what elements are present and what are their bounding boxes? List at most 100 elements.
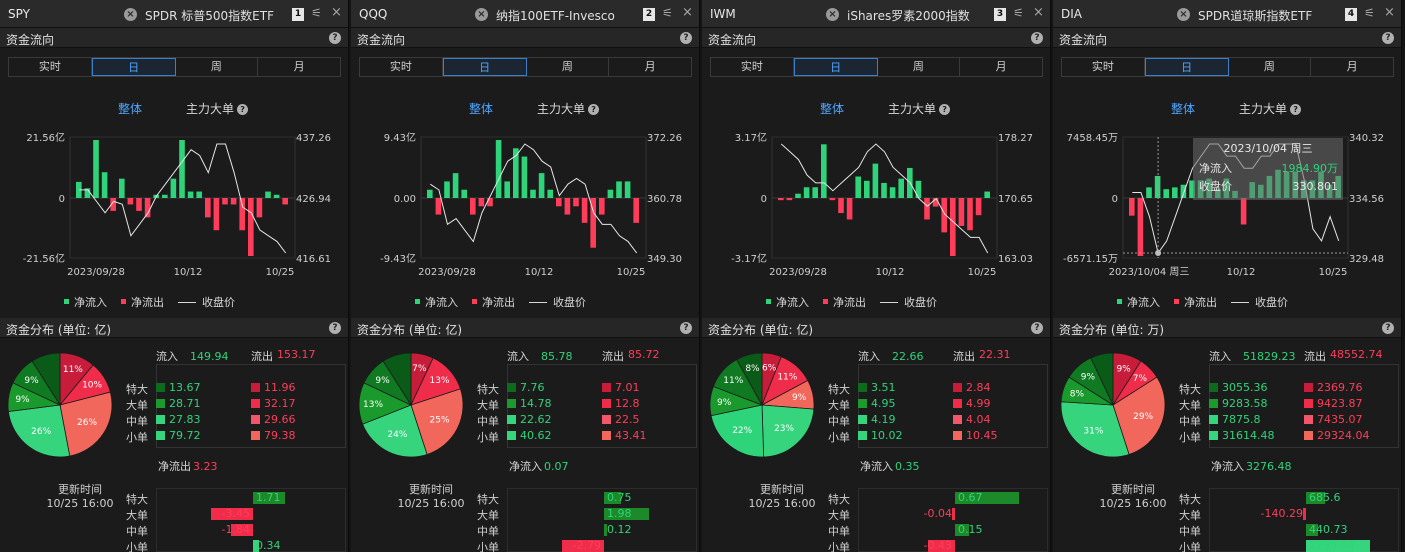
- tab-day[interactable]: 日: [1144, 58, 1229, 76]
- tab-day[interactable]: 日: [793, 58, 878, 76]
- tab-day[interactable]: 日: [91, 58, 176, 76]
- clear-icon[interactable]: ×: [1177, 8, 1190, 21]
- tab-day[interactable]: 日: [442, 58, 527, 76]
- switch-all[interactable]: 整体: [820, 100, 844, 117]
- legend-close: 收盘价: [529, 296, 586, 309]
- help-icon[interactable]: ?: [1382, 32, 1394, 44]
- close-icon[interactable]: ×: [331, 5, 342, 20]
- outflow-value: 7.01: [615, 381, 640, 394]
- switch-all[interactable]: 整体: [469, 100, 493, 117]
- inflow-bar: [196, 191, 202, 198]
- inflow-bar: [187, 191, 194, 198]
- fund-flow-section-header: 资金流向?: [702, 28, 1050, 48]
- clear-icon[interactable]: ×: [826, 8, 839, 21]
- tab-realtime[interactable]: 实时: [711, 58, 794, 76]
- outflow-label: 流出: [953, 350, 975, 363]
- tab-month[interactable]: 月: [609, 58, 691, 76]
- inflow-bar: [521, 156, 528, 198]
- tab-month[interactable]: 月: [258, 58, 340, 76]
- outflow-bar: [282, 198, 288, 205]
- help-icon: ?: [588, 104, 600, 115]
- symbol-code[interactable]: SPY: [8, 7, 30, 21]
- tab-week[interactable]: 周: [527, 58, 610, 76]
- size-row: 大单 4.95 4.99: [828, 396, 1048, 412]
- tab-week[interactable]: 周: [176, 58, 259, 76]
- size-label: 大单: [828, 509, 850, 522]
- tab-week[interactable]: 周: [878, 58, 961, 76]
- size-row: 中单 7875.8 7435.07: [1179, 412, 1399, 428]
- outflow-bar: [1137, 198, 1144, 256]
- net-value: -2.79: [572, 539, 601, 552]
- tab-month[interactable]: 月: [1311, 58, 1393, 76]
- pie-label: 11%: [63, 365, 83, 375]
- close-icon[interactable]: ×: [682, 5, 693, 20]
- tab-week[interactable]: 周: [1229, 58, 1312, 76]
- outflow-bar: [599, 198, 605, 215]
- inflow-bar: [444, 181, 450, 198]
- clear-icon[interactable]: ×: [475, 8, 488, 21]
- help-icon[interactable]: ?: [1031, 32, 1043, 44]
- inflow-value: 4.95: [871, 397, 896, 410]
- inflow-bar: [624, 181, 631, 198]
- tooltip-close-label: 收盘价: [1199, 179, 1232, 193]
- help-icon[interactable]: ?: [1031, 322, 1043, 334]
- switch-main-large[interactable]: 主力大单?: [186, 100, 249, 117]
- net-flow-summary: 净流入 0.35: [860, 458, 920, 474]
- outflow-bar: [205, 198, 211, 218]
- symbol-name: SPDR道琼斯指数ETF: [1198, 9, 1313, 23]
- switch-all[interactable]: 整体: [1171, 100, 1195, 117]
- symbol-code[interactable]: IWM: [710, 7, 736, 21]
- inflow-total: 51829.23: [1243, 350, 1296, 363]
- symbol-code[interactable]: QQQ: [359, 7, 387, 21]
- help-icon[interactable]: ?: [680, 322, 692, 334]
- net-label: 净流出: [158, 460, 191, 473]
- switch-main-large[interactable]: 主力大单?: [537, 100, 600, 117]
- legend-outflow-swatch: [1174, 299, 1179, 304]
- net-label: 净流入: [860, 460, 893, 473]
- settings-sliders-icon[interactable]: ⚟: [662, 6, 673, 20]
- inflow-value: 9283.58: [1222, 397, 1268, 410]
- pie-label: 26%: [31, 427, 51, 437]
- help-icon[interactable]: ?: [1382, 322, 1394, 334]
- tab-realtime[interactable]: 实时: [9, 58, 92, 76]
- settings-sliders-icon[interactable]: ⚟: [1013, 6, 1024, 20]
- size-label: 小单: [477, 431, 499, 444]
- inflow-bar: [855, 176, 861, 198]
- close-icon[interactable]: ×: [1033, 5, 1044, 20]
- close-icon[interactable]: ×: [1384, 5, 1395, 20]
- legend-outflow: 净流出: [823, 296, 866, 309]
- switch-main-large[interactable]: 主力大单?: [1239, 100, 1302, 117]
- switch-all[interactable]: 整体: [118, 100, 142, 117]
- tab-month[interactable]: 月: [960, 58, 1042, 76]
- help-icon[interactable]: ?: [329, 322, 341, 334]
- settings-sliders-icon[interactable]: ⚟: [1364, 6, 1375, 20]
- outflow-bar: [838, 198, 844, 214]
- legend-outflow-swatch: [121, 299, 126, 304]
- symbol-code[interactable]: DIA: [1061, 7, 1082, 21]
- net-bar-row: 大单 -140.29: [1179, 506, 1399, 522]
- legend-inflow-swatch: [415, 299, 420, 304]
- legend-inflow-label: 净流入: [425, 296, 458, 309]
- clear-icon[interactable]: ×: [124, 8, 137, 21]
- size-label: 中单: [1179, 415, 1201, 428]
- size-label: 特大: [126, 383, 148, 396]
- inflow-bar: [864, 180, 870, 198]
- inflow-label: 流入: [1209, 350, 1231, 363]
- pie-label: 6%: [762, 364, 777, 374]
- legend-inflow: 净流入: [1117, 296, 1160, 309]
- outflow-swatch: [1304, 431, 1313, 440]
- update-time-label: 更新时间: [409, 483, 453, 496]
- outflow-bar: [487, 198, 493, 207]
- settings-sliders-icon[interactable]: ⚟: [311, 6, 322, 20]
- tab-realtime[interactable]: 实时: [1062, 58, 1145, 76]
- pie-label: 9%: [15, 395, 30, 405]
- help-icon[interactable]: ?: [329, 32, 341, 44]
- inflow-swatch: [1209, 383, 1218, 392]
- net-value: -140.29: [1260, 507, 1303, 520]
- switch-main-large[interactable]: 主力大单?: [888, 100, 951, 117]
- tab-realtime[interactable]: 实时: [360, 58, 443, 76]
- inflow-bar: [1146, 187, 1152, 198]
- net-value: -3.45: [221, 507, 250, 520]
- legend-inflow-swatch: [64, 299, 69, 304]
- help-icon[interactable]: ?: [680, 32, 692, 44]
